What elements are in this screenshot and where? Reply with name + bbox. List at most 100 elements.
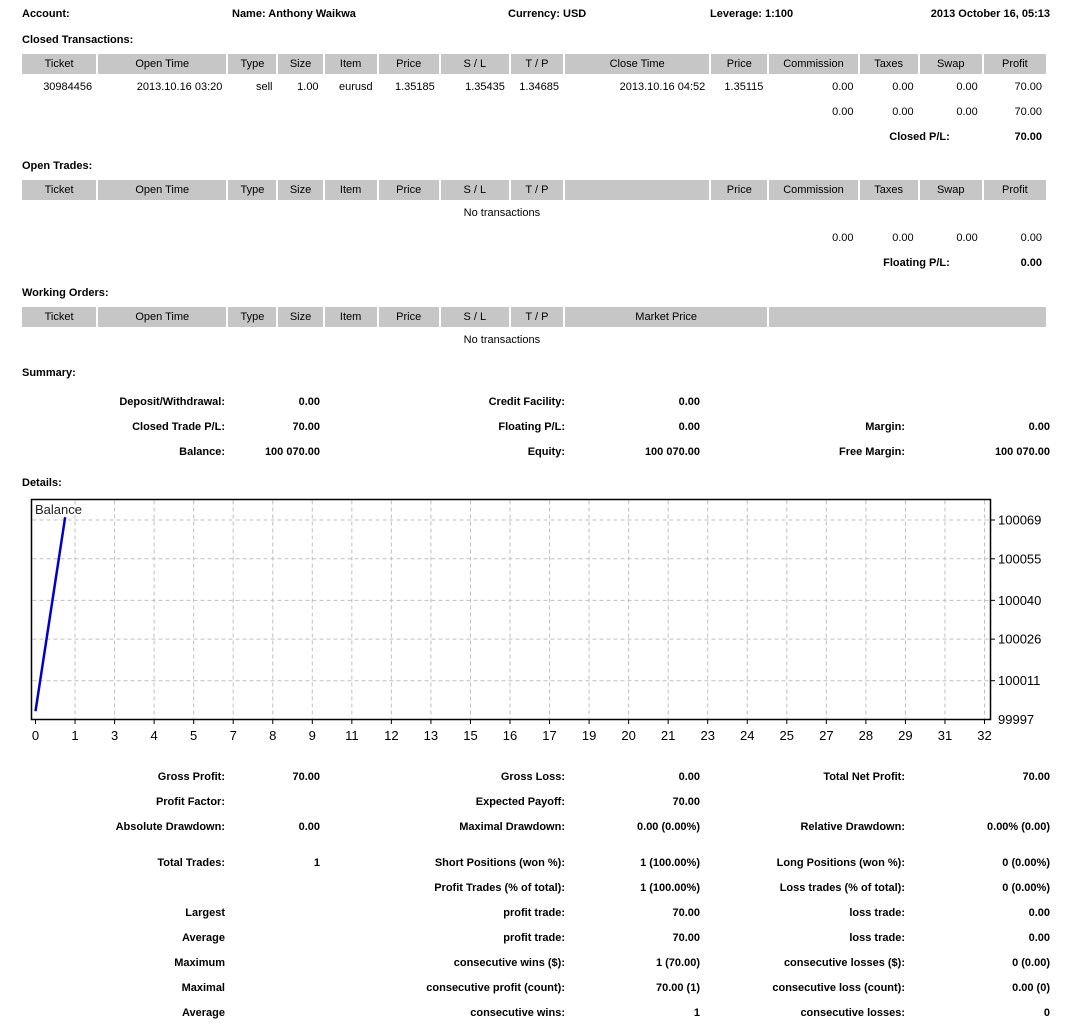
cell-open-time: 2013.10.16 03:20 — [98, 74, 226, 99]
column-header: Close Time — [565, 54, 709, 74]
cell-price: 1.35185 — [379, 74, 439, 99]
column-header: T / P — [511, 54, 563, 74]
summary-label: Closed Trade P/L: — [22, 414, 225, 439]
statement-page: Account: Name: Anthony Waikwa Currency: … — [0, 0, 1050, 1025]
stat-row: Average profit trade: 70.00 loss trade: … — [22, 925, 1050, 950]
stat-value: 70.00 — [565, 900, 700, 925]
open-totals-row: 0.00 0.00 0.00 0.00 — [22, 225, 1046, 250]
svg-text:100055: 100055 — [998, 551, 1041, 566]
statistics-grid-2: Total Trades: 1 Short Positions (won %):… — [22, 850, 1050, 1025]
summary-label: Deposit/Withdrawal: — [22, 389, 225, 414]
stat-row: Largest profit trade: 70.00 loss trade: … — [22, 900, 1050, 925]
cell-close-time: 2013.10.16 04:52 — [565, 74, 709, 99]
details-heading: Details: — [22, 476, 1050, 491]
stat-label: Maximum — [22, 950, 225, 975]
open-header-row: Ticket Open Time Type Size Item Price S … — [22, 180, 1046, 200]
column-header: Swap — [920, 54, 982, 74]
stat-value: 0.00% (0.00) — [905, 814, 1050, 839]
stat-label: Profit Trades (% of total): — [320, 875, 565, 900]
stat-label: Relative Drawdown: — [700, 814, 905, 839]
stat-value: 0.00 — [905, 925, 1050, 950]
stat-label: loss trade: — [700, 925, 905, 950]
stat-value — [225, 950, 320, 975]
stat-label: consecutive loss (count): — [700, 975, 905, 1000]
stat-label: Total Trades: — [22, 850, 225, 875]
column-header: Price — [711, 180, 767, 200]
stat-value: 0 (0.00) — [905, 950, 1050, 975]
column-header: Profit — [984, 180, 1046, 200]
column-header: Price — [379, 54, 439, 74]
summary-label: Balance: — [22, 439, 225, 464]
svg-text:3: 3 — [111, 728, 118, 743]
summary-value: 0.00 — [565, 414, 700, 439]
summary-row: Closed Trade P/L: 70.00 Floating P/L: 0.… — [22, 414, 1050, 439]
column-header: Ticket — [22, 54, 96, 74]
cell-ticket: 30984456 — [22, 74, 96, 99]
svg-text:17: 17 — [542, 728, 556, 743]
summary-row: Balance: 100 070.00 Equity: 100 070.00 F… — [22, 439, 1050, 464]
balance-chart-wrap: 1000691000551000401000261000110134578911… — [22, 497, 1050, 752]
working-orders-table: Ticket Open Time Type Size Item Price S … — [20, 307, 1048, 352]
stat-label: Profit Factor: — [22, 789, 225, 814]
stat-label: consecutive profit (count): — [320, 975, 565, 1000]
column-header: Item — [325, 307, 377, 327]
closed-totals-row: 0.00 0.00 0.00 70.00 — [22, 99, 1046, 124]
account-name: Name: Anthony Waikwa — [232, 8, 356, 20]
stat-value: 1 (70.00) — [565, 950, 700, 975]
floating-pl-value: 0.00 — [984, 250, 1046, 275]
svg-text:27: 27 — [819, 728, 833, 743]
total-commission: 0.00 — [769, 99, 857, 124]
summary-value — [905, 389, 1050, 414]
stat-label: consecutive losses: — [700, 1000, 905, 1025]
svg-text:32: 32 — [977, 728, 991, 743]
summary-label: Margin: — [700, 414, 905, 439]
total-swap: 0.00 — [920, 99, 982, 124]
stat-label: Expected Payoff: — [320, 789, 565, 814]
cell-taxes: 0.00 — [860, 74, 918, 99]
stat-label: Gross Loss: — [320, 764, 565, 789]
svg-text:16: 16 — [503, 728, 517, 743]
stat-value: 0.00 — [565, 764, 700, 789]
stat-row: Profit Trades (% of total): 1 (100.00%) … — [22, 875, 1050, 900]
svg-text:9: 9 — [309, 728, 316, 743]
svg-text:29: 29 — [898, 728, 912, 743]
svg-text:99997: 99997 — [998, 712, 1034, 727]
balance-chart: 1000691000551000401000261000110134578911… — [22, 497, 1050, 749]
closed-pl-row: Closed P/L: 70.00 — [22, 124, 1046, 149]
svg-text:19: 19 — [582, 728, 596, 743]
cell-item: eurusd — [325, 74, 377, 99]
account-label: Account: — [22, 8, 70, 20]
stat-value — [225, 925, 320, 950]
stat-value — [225, 789, 320, 814]
stat-value: 0 — [905, 1000, 1050, 1025]
cell-swap: 0.00 — [920, 74, 982, 99]
column-header: Type — [228, 307, 276, 327]
svg-text:21: 21 — [661, 728, 675, 743]
summary-value: 100 070.00 — [565, 439, 700, 464]
column-header: Item — [325, 54, 377, 74]
column-header: Taxes — [860, 54, 918, 74]
stat-value: 0.00 (0.00%) — [565, 814, 700, 839]
stat-label — [22, 875, 225, 900]
column-header: Ticket — [22, 307, 96, 327]
floating-pl-row: Floating P/L: 0.00 — [22, 250, 1046, 275]
stat-value: 1 — [225, 850, 320, 875]
stat-value: 0.00 — [225, 814, 320, 839]
svg-text:0: 0 — [32, 728, 39, 743]
column-header: S / L — [441, 307, 509, 327]
summary-row: Deposit/Withdrawal: 0.00 Credit Facility… — [22, 389, 1050, 414]
svg-text:23: 23 — [700, 728, 714, 743]
cell-size: 1.00 — [278, 74, 322, 99]
svg-text:13: 13 — [424, 728, 438, 743]
summary-heading: Summary: — [22, 366, 1050, 381]
stat-row: Total Trades: 1 Short Positions (won %):… — [22, 850, 1050, 875]
svg-text:8: 8 — [269, 728, 276, 743]
summary-label: Floating P/L: — [320, 414, 565, 439]
svg-text:100069: 100069 — [998, 513, 1041, 528]
stat-label: Maximal Drawdown: — [320, 814, 565, 839]
column-header-market-price: Market Price — [565, 307, 767, 327]
stat-row: Gross Profit: 70.00 Gross Loss: 0.00 Tot… — [22, 764, 1050, 789]
summary-value: 0.00 — [905, 414, 1050, 439]
summary-label: Equity: — [320, 439, 565, 464]
stat-value — [225, 875, 320, 900]
